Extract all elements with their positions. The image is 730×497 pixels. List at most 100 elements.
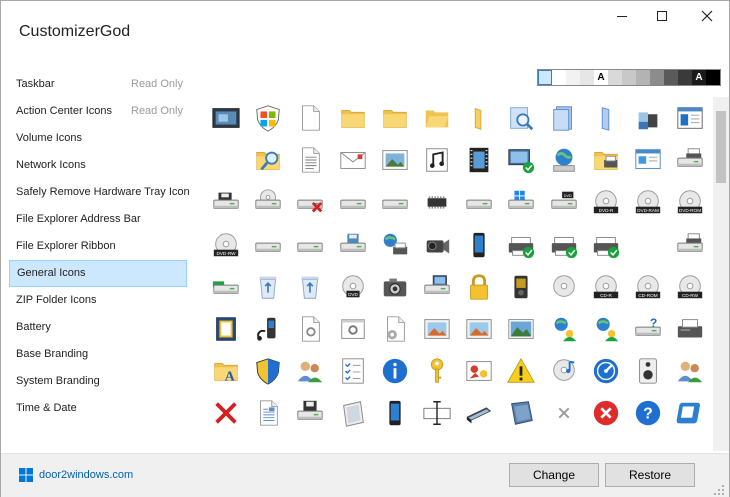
palette-swatch[interactable] [678, 70, 692, 85]
window-app-icon[interactable] [669, 97, 711, 139]
envelope-icon[interactable] [332, 139, 374, 181]
settings-window-icon[interactable] [332, 308, 374, 350]
dvd-r-icon[interactable]: DVD-R [585, 181, 627, 223]
settings-document-icon[interactable] [289, 308, 331, 350]
uac-shield-icon[interactable] [247, 350, 289, 392]
restore-button[interactable]: Restore [605, 463, 695, 487]
network-user-icon[interactable] [543, 308, 585, 350]
windows-shield-icon[interactable] [247, 97, 289, 139]
music-document-icon[interactable] [416, 139, 458, 181]
printer-check-icon[interactable] [500, 224, 542, 266]
cd-drive-icon[interactable] [247, 181, 289, 223]
landscape-icon[interactable] [500, 308, 542, 350]
fonts-folder-icon[interactable]: A [205, 350, 247, 392]
chip-icon[interactable] [416, 181, 458, 223]
dvd-rom-icon[interactable]: DVD-ROM [669, 181, 711, 223]
picture-frame-icon[interactable] [416, 308, 458, 350]
small-x-icon[interactable] [543, 392, 585, 434]
folder-search-icon[interactable] [247, 139, 289, 181]
palette-swatch[interactable] [538, 70, 552, 85]
book-icon[interactable] [205, 308, 247, 350]
warning-icon[interactable] [500, 350, 542, 392]
cd-music-icon[interactable] [543, 350, 585, 392]
phone-icon[interactable] [458, 224, 500, 266]
dashboard-icon[interactable] [585, 350, 627, 392]
palette-swatch[interactable]: A [594, 70, 608, 85]
cd-rw-icon[interactable]: CD-RW [669, 266, 711, 308]
sidebar-item[interactable]: ZIP Folder Icons [9, 287, 187, 314]
network-monitor-check-icon[interactable] [500, 139, 542, 181]
vertical-scrollbar[interactable] [713, 97, 729, 451]
scrollbar-thumb[interactable] [716, 111, 726, 183]
library-slim-icon[interactable] [585, 97, 627, 139]
printer-check-icon[interactable] [543, 224, 585, 266]
dvd-rw-icon[interactable]: DVD-RW [205, 224, 247, 266]
picture-icon[interactable] [374, 139, 416, 181]
folder-printer-icon[interactable] [585, 139, 627, 181]
users-icon[interactable] [669, 350, 711, 392]
sidebar-item[interactable]: Network Icons [9, 152, 187, 179]
drive-icon[interactable] [289, 224, 331, 266]
windows-drive-icon[interactable] [500, 181, 542, 223]
maximize-button[interactable] [639, 1, 685, 31]
drive-icon[interactable] [458, 181, 500, 223]
fax-icon[interactable] [669, 308, 711, 350]
sidebar-item[interactable]: Time & Date [9, 395, 187, 422]
resize-grip-icon[interactable] [713, 484, 725, 496]
dvd-ram-icon[interactable]: DVD-RAM [627, 181, 669, 223]
palette-swatch[interactable]: A [692, 70, 706, 85]
drive-monitor-icon[interactable] [416, 266, 458, 308]
speaker-icon[interactable] [627, 350, 669, 392]
globe-network-icon[interactable] [543, 139, 585, 181]
palette-swatch[interactable] [580, 70, 594, 85]
sidebar-item[interactable]: File Explorer Ribbon [9, 233, 187, 260]
picture-frame-icon[interactable] [458, 308, 500, 350]
sidebar-item[interactable]: Safely Remove Hardware Tray Icon [9, 179, 190, 206]
drive-printer-icon[interactable] [669, 224, 711, 266]
users-icon[interactable] [289, 350, 331, 392]
floppy-disk-icon[interactable] [289, 392, 331, 434]
palette-swatch[interactable] [608, 70, 622, 85]
palette-swatch[interactable] [622, 70, 636, 85]
cd-r-icon[interactable]: CD-R [585, 266, 627, 308]
search-folder-icon[interactable] [500, 97, 542, 139]
disk-icon[interactable] [669, 392, 711, 434]
drive-icon[interactable] [247, 224, 289, 266]
puzzle-icon[interactable] [627, 97, 669, 139]
sidebar-item[interactable]: File Explorer Address Bar [9, 206, 187, 233]
sidebar-item[interactable]: Volume Icons [9, 125, 187, 152]
palette-swatch[interactable] [650, 70, 664, 85]
help-drive-icon[interactable]: ? [627, 308, 669, 350]
drive-icon[interactable] [332, 181, 374, 223]
dvd-drive-icon[interactable]: DVD [543, 181, 585, 223]
sidebar-item[interactable]: Taskbar Read Only [9, 71, 187, 98]
floppy-tray-icon[interactable] [332, 224, 374, 266]
floppy-drive-icon[interactable] [205, 181, 247, 223]
lock-icon[interactable] [458, 266, 500, 308]
text-cursor-icon[interactable] [416, 392, 458, 434]
checklist-icon[interactable] [332, 350, 374, 392]
palette-swatch[interactable] [552, 70, 566, 85]
network-printer-icon[interactable] [374, 224, 416, 266]
gear-document-icon[interactable] [374, 308, 416, 350]
palette-swatch[interactable] [636, 70, 650, 85]
palette-swatch[interactable] [664, 70, 678, 85]
close-button[interactable] [684, 1, 730, 31]
usb-drive-icon[interactable] [374, 181, 416, 223]
error-circle-icon[interactable] [585, 392, 627, 434]
folder-icon[interactable] [374, 97, 416, 139]
dvd-icon[interactable]: DVD [332, 266, 374, 308]
control-panel-icon[interactable] [627, 139, 669, 181]
cd-rom-icon[interactable]: CD-ROM [627, 266, 669, 308]
folder-thin-icon[interactable] [458, 97, 500, 139]
question-circle-icon[interactable]: ? [627, 392, 669, 434]
media-player-icon[interactable] [500, 266, 542, 308]
folder-open-icon[interactable] [416, 97, 458, 139]
picture-collage-icon[interactable] [458, 350, 500, 392]
tablet-icon[interactable] [332, 392, 374, 434]
key-icon[interactable] [416, 350, 458, 392]
network-user-icon[interactable] [585, 308, 627, 350]
text-file-icon[interactable] [247, 392, 289, 434]
film-icon[interactable] [458, 139, 500, 181]
recycle-bin-icon[interactable] [247, 266, 289, 308]
